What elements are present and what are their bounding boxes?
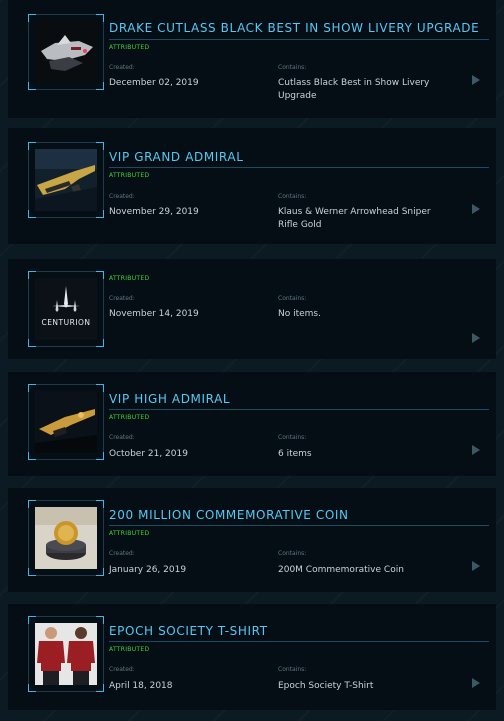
pledge-thumbnail[interactable] (28, 384, 104, 460)
contains-label: Contains: (278, 550, 307, 557)
title-divider (109, 525, 489, 526)
coin-thumbnail (35, 507, 97, 569)
contains-value: Klaus & Werner Arrowhead Sniper Rifle Go… (278, 207, 431, 230)
pledge-thumbnail[interactable] (28, 500, 104, 576)
pledge-title[interactable]: EPOCH SOCIETY T-SHIRT (109, 624, 268, 638)
created-label: Created: (109, 550, 135, 557)
title-divider (109, 39, 489, 40)
contains-label: Contains: (278, 295, 307, 302)
status-badge: ATTRIBUTED (109, 646, 150, 653)
play-icon[interactable] (472, 333, 480, 343)
contains-value: Cutlass Black Best in Show Livery Upgrad… (278, 78, 430, 101)
play-icon[interactable] (472, 678, 480, 688)
pledge-thumbnail[interactable]: CENTURION (28, 271, 104, 347)
pledge-thumbnail[interactable] (28, 616, 104, 692)
tshirt-thumbnail (35, 623, 97, 685)
status-badge: ATTRIBUTED (109, 275, 150, 282)
pledge-card[interactable]: VIP GRAND ADMIRAL ATTRIBUTED Created: Co… (8, 128, 496, 244)
created-date: November 29, 2019 (109, 207, 199, 217)
created-label: Created: (109, 193, 135, 200)
contains-value: 6 items (278, 449, 312, 459)
play-icon[interactable] (472, 561, 480, 571)
centurion-logo: CENTURION (35, 278, 97, 340)
created-date: January 26, 2019 (109, 565, 187, 575)
contains-label: Contains: (278, 666, 307, 673)
pledge-thumbnail[interactable] (28, 142, 104, 218)
pledge-card[interactable]: VIP HIGH ADMIRAL ATTRIBUTED Created: Con… (8, 372, 496, 476)
created-date: December 02, 2019 (109, 78, 199, 88)
contains-label: Contains: (278, 64, 307, 71)
pledge-card[interactable]: EPOCH SOCIETY T-SHIRT ATTRIBUTED Created… (8, 604, 496, 710)
status-badge: ATTRIBUTED (109, 414, 150, 421)
pledge-card[interactable]: CENTURION ATTRIBUTED Created: Contains: … (8, 259, 496, 359)
logo-text: CENTURION (41, 318, 91, 327)
pledge-thumbnail[interactable] (28, 14, 104, 90)
play-icon[interactable] (472, 445, 480, 455)
created-label: Created: (109, 434, 135, 441)
contains-label: Contains: (278, 193, 307, 200)
pledge-title[interactable]: VIP HIGH ADMIRAL (109, 392, 230, 406)
play-icon[interactable] (472, 204, 480, 214)
status-badge: ATTRIBUTED (109, 530, 150, 537)
pledge-title[interactable]: VIP GRAND ADMIRAL (109, 150, 243, 164)
title-divider (109, 409, 489, 410)
rifle-thumbnail (35, 149, 97, 211)
title-divider (109, 641, 489, 642)
pledge-card[interactable]: 200 MILLION COMMEMORATIVE COIN ATTRIBUTE… (8, 488, 496, 592)
pledge-title[interactable]: 200 MILLION COMMEMORATIVE COIN (109, 508, 349, 522)
contains-label: Contains: (278, 434, 307, 441)
status-badge: ATTRIBUTED (109, 44, 150, 51)
centurion-logo-icon (52, 286, 80, 312)
ship-thumbnail (35, 21, 97, 83)
created-label: Created: (109, 64, 135, 71)
contains-value: No items. (278, 309, 321, 319)
created-date: November 14, 2019 (109, 309, 199, 319)
title-divider (109, 167, 489, 168)
created-date: October 21, 2019 (109, 449, 188, 459)
created-date: April 18, 2018 (109, 681, 173, 691)
status-badge: ATTRIBUTED (109, 172, 150, 179)
contains-value: Epoch Society T-Shirt (278, 681, 374, 691)
created-label: Created: (109, 666, 135, 673)
contains-value: 200M Commemorative Coin (278, 565, 404, 575)
pledge-title[interactable]: DRAKE CUTLASS BLACK BEST IN SHOW LIVERY … (109, 21, 479, 35)
play-icon[interactable] (472, 75, 480, 85)
gold-gun-thumbnail (35, 391, 97, 453)
created-label: Created: (109, 295, 135, 302)
pledge-card[interactable]: DRAKE CUTLASS BLACK BEST IN SHOW LIVERY … (8, 0, 496, 118)
